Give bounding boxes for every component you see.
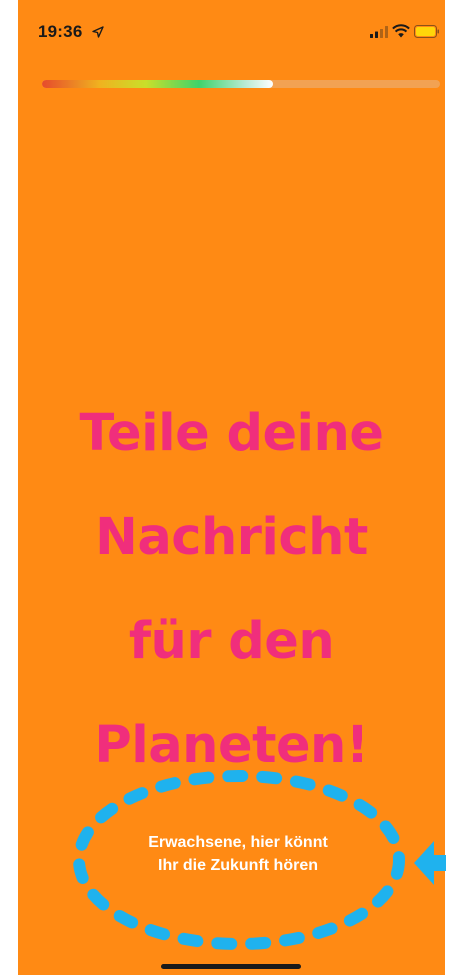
status-time: 19:36 xyxy=(38,22,83,41)
app-screen: 19:36 Teile deine Nachricht für den Plan… xyxy=(18,0,446,975)
location-arrow-icon xyxy=(92,26,104,38)
story-progress-fill xyxy=(42,80,273,88)
home-indicator[interactable] xyxy=(161,964,301,969)
cta-line: Erwachsene, hier könnt xyxy=(148,834,328,851)
pointer-arrow-icon xyxy=(414,841,446,885)
headline-line: Nachricht xyxy=(95,508,368,567)
headline-line: Teile deine xyxy=(79,404,384,463)
story-progress-bar xyxy=(42,80,440,88)
headline-line: für den xyxy=(128,612,335,671)
cta-line: Ihr die Zukunft hören xyxy=(158,857,318,874)
cellular-signal-icon xyxy=(370,26,388,38)
adults-listen-link[interactable]: Erwachsene, hier könnt Ihr die Zukunft h… xyxy=(88,831,388,877)
wifi-icon xyxy=(392,24,410,38)
headline: Teile deine Nachricht für den Planeten! xyxy=(18,382,445,798)
screen: 19:36 Teile deine Nachricht für den Plan… xyxy=(0,0,455,975)
battery-icon xyxy=(414,25,439,38)
status-bar: 19:36 xyxy=(18,0,445,62)
